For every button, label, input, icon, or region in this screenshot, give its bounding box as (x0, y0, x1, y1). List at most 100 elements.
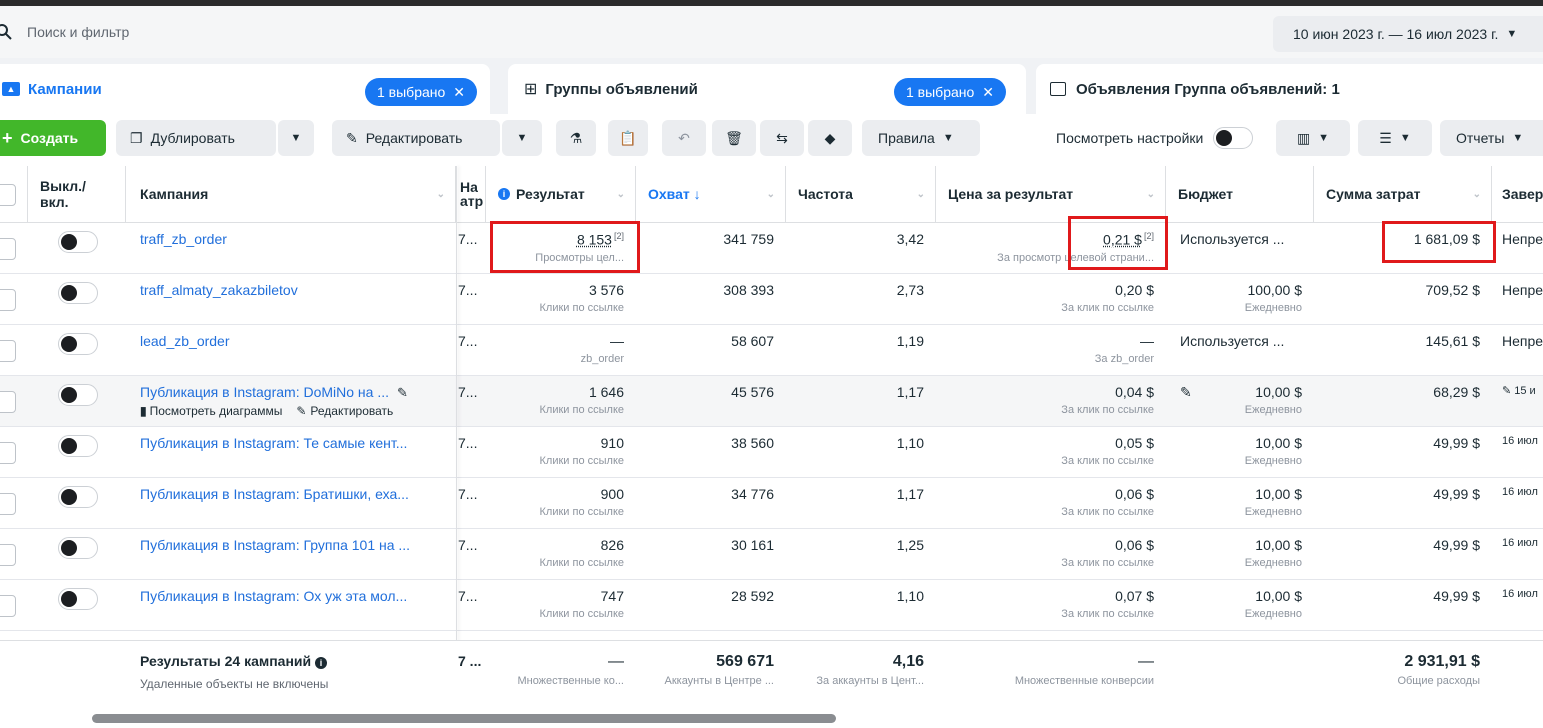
toggle-switch[interactable] (1213, 127, 1254, 149)
reports-button[interactable]: Отчеты ▼ (1440, 120, 1543, 156)
pencil-icon[interactable]: ✎ (397, 385, 408, 400)
breakdown-button[interactable]: ☰ ▼ (1358, 120, 1432, 156)
frequency-value: 1,25 (896, 537, 924, 553)
col-reach-header[interactable]: Охват ↓ ⌄ (636, 166, 786, 222)
duplicate-dropdown[interactable]: ▼ (278, 120, 314, 156)
undo-button[interactable]: ↶ (662, 120, 706, 156)
result-cell: 900 Клики по ссылке (486, 478, 636, 529)
totals-result: — Множественные ко... (486, 653, 636, 687)
tab-campaigns[interactable]: ▲ Кампании 1 выбрано ✕ (0, 64, 490, 114)
frequency-value: 2,73 (896, 282, 924, 298)
info-icon[interactable]: i (315, 657, 328, 669)
campaign-name-link[interactable]: Публикация в Instagram: Группа 101 на ..… (140, 537, 410, 553)
toggle-knob (61, 540, 77, 556)
select-all-checkbox[interactable] (0, 184, 16, 206)
campaigns-selected-chip[interactable]: 1 выбрано ✕ (365, 78, 478, 106)
result-value: 1 646 (588, 384, 624, 400)
row-checkbox[interactable] (0, 340, 16, 362)
export-button[interactable]: ⇆ (760, 120, 804, 156)
col-toggle-header[interactable]: Выкл./ вкл. (28, 166, 126, 222)
chevron-down-icon: ⌄ (616, 188, 625, 200)
totals-spent-value: 2 931,91 $ (1404, 653, 1480, 670)
campaign-toggle[interactable] (58, 435, 98, 457)
row-checkbox[interactable] (0, 544, 16, 566)
ends-value: 16 июл (1502, 435, 1538, 447)
table-row[interactable]: Публикация в Instagram: Ох уж эта мол...… (0, 580, 1543, 631)
edit-button[interactable]: ✎ Редактировать (332, 120, 500, 156)
columns-button[interactable]: ▥ ▼ (1276, 120, 1350, 156)
pencil-icon[interactable]: ✎ (1180, 384, 1192, 401)
table-row[interactable]: traff_zb_order 7... 8 153 [2] Просмотры цел.… (0, 223, 1543, 274)
campaign-toggle[interactable] (58, 282, 98, 304)
col-budget-header[interactable]: Бюджет (1166, 166, 1314, 222)
row-checkbox[interactable] (0, 595, 16, 617)
reach-value: 28 592 (731, 588, 774, 604)
ends-cell: Непре (1492, 274, 1543, 325)
row-checkbox[interactable] (0, 493, 16, 515)
col-ends-header[interactable]: Завер (1492, 166, 1543, 222)
reach-value: 34 776 (731, 486, 774, 502)
col-campaign-header[interactable]: Кампания ⌄ (126, 166, 456, 222)
cpr-cell: 0,05 $ За клик по ссылке (936, 427, 1166, 478)
col-cpr-header[interactable]: Цена за результат ⌄ (936, 166, 1166, 222)
campaign-name-link[interactable]: traff_almaty_zakazbiletov (140, 282, 298, 298)
campaign-name-link[interactable]: Публикация в Instagram: Братишки, еха... (140, 486, 409, 502)
campaign-name-link[interactable]: lead_zb_order (140, 333, 230, 349)
view-charts-link[interactable]: Посмотреть диаграммы (150, 404, 283, 418)
col-frequency-header[interactable]: Частота ⌄ (786, 166, 936, 222)
tag-button[interactable]: ◆ (808, 120, 852, 156)
tab-ads[interactable]: Объявления Группа объявлений: 1 (1036, 64, 1543, 114)
spent-cell: 49,99 $ (1314, 478, 1492, 529)
duplicate-button[interactable]: ❐ Дублировать (116, 120, 276, 156)
date-range-picker[interactable]: 10 июн 2023 г. — 16 июл 2023 г. ▼ (1273, 16, 1543, 52)
tab-adsets[interactable]: ⊞ Группы объявлений 1 выбрано ✕ (508, 64, 1026, 114)
col-spent-header[interactable]: Сумма затрат ⌄ (1314, 166, 1492, 222)
row-checkbox[interactable] (0, 289, 16, 311)
adsets-selected-chip[interactable]: 1 выбрано ✕ (894, 78, 1007, 106)
view-settings-toggle[interactable]: Посмотреть настройки (1040, 120, 1270, 156)
toggle-knob (61, 438, 77, 454)
row-checkbox[interactable] (0, 391, 16, 413)
campaign-name-link[interactable]: Публикация в Instagram: Ох уж эта мол... (140, 588, 407, 604)
totals-cpr: — Множественные конверсии (936, 653, 1166, 687)
table-row[interactable]: Публикация в Instagram: Те самые кент...… (0, 427, 1543, 478)
ab-test-button[interactable]: ⚗ (556, 120, 596, 156)
reports-label: Отчеты (1456, 130, 1505, 146)
close-icon[interactable]: ✕ (982, 84, 994, 101)
search-input[interactable] (27, 16, 1227, 48)
edit-link[interactable]: Редактировать (310, 404, 393, 418)
campaign-toggle[interactable] (58, 384, 98, 406)
budget-cell: 100,00 $ Ежедневно (1166, 274, 1314, 325)
scrollbar-thumb[interactable] (92, 714, 836, 723)
campaign-name-cell: Публикация в Instagram: DoMiNo на ... ✎ ▮ П… (140, 376, 440, 427)
budget-sub: Ежедневно (1244, 302, 1302, 314)
create-button[interactable]: + Создать (0, 120, 106, 156)
table-row[interactable]: Публикация в Instagram: DoMiNo на ... ✎ ▮ П… (0, 376, 1543, 427)
toggle-knob (61, 234, 77, 250)
result-sub: Клики по ссылке (539, 506, 625, 518)
pencil-icon[interactable]: ✎ (1502, 385, 1511, 397)
close-icon[interactable]: ✕ (453, 84, 465, 101)
horizontal-scrollbar[interactable] (0, 702, 1543, 728)
campaign-toggle[interactable] (58, 486, 98, 508)
campaign-toggle[interactable] (58, 588, 98, 610)
row-checkbox[interactable] (0, 442, 16, 464)
rules-button[interactable]: Правила ▼ (862, 120, 980, 156)
campaign-toggle[interactable] (58, 537, 98, 559)
clipboard-button[interactable]: 📋 (608, 120, 648, 156)
row-checkbox[interactable] (0, 238, 16, 260)
campaign-toggle[interactable] (58, 231, 98, 253)
campaign-toggle[interactable] (58, 333, 98, 355)
table-row[interactable]: Публикация в Instagram: Братишки, еха...… (0, 478, 1543, 529)
campaign-name-link[interactable]: traff_zb_order (140, 231, 227, 247)
table-row[interactable]: lead_zb_order 7... — zb_order 58 607 1,19 — За … (0, 325, 1543, 376)
table-row[interactable]: traff_almaty_zakazbiletov 7... 3 576 Клики … (0, 274, 1543, 325)
delete-button[interactable]: 🗑 (712, 120, 756, 156)
edit-dropdown[interactable]: ▼ (502, 120, 542, 156)
col-result-header[interactable]: i Результат ⌄ (486, 166, 636, 222)
col-delivery-header[interactable]: На атр (456, 166, 486, 222)
campaign-name-link[interactable]: Публикация в Instagram: DoMiNo на ... (140, 384, 389, 400)
budget-value: Используется ... (1180, 231, 1285, 247)
campaign-name-link[interactable]: Публикация в Instagram: Те самые кент... (140, 435, 407, 451)
table-row[interactable]: Публикация в Instagram: Группа 101 на ..… (0, 529, 1543, 580)
